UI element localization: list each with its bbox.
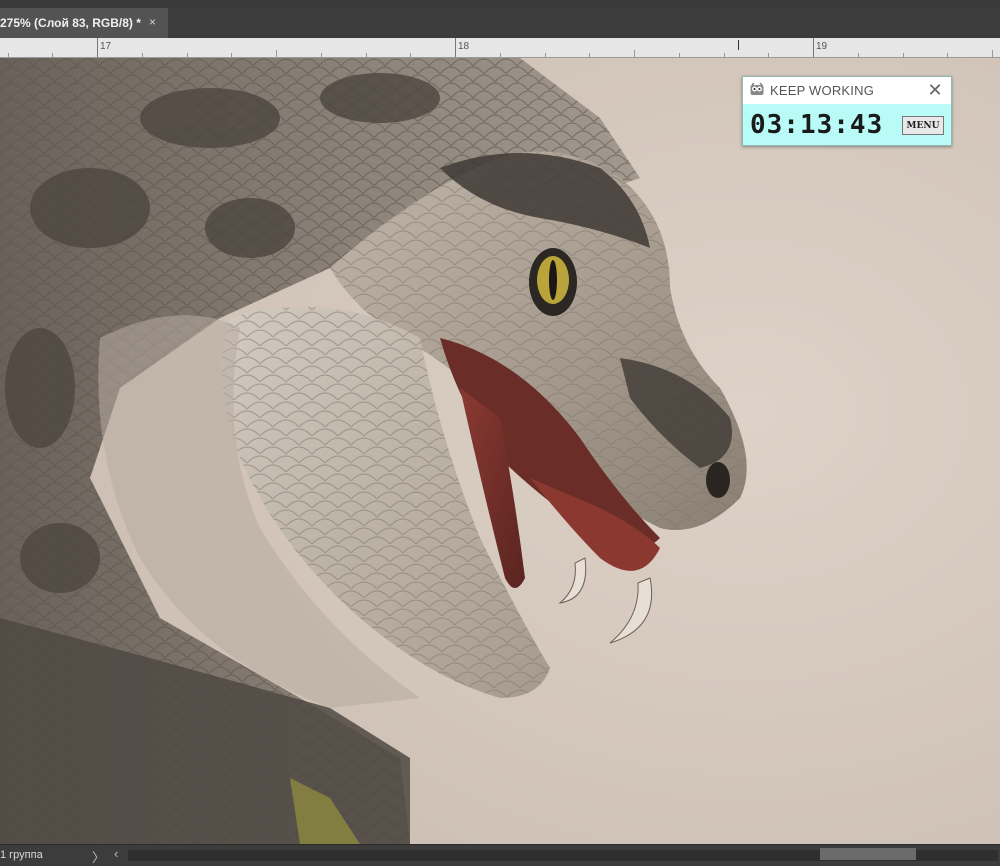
ruler-minor-tick [947, 53, 948, 57]
ruler-minor-tick [500, 53, 501, 57]
ruler-minor-tick [231, 53, 232, 57]
ruler-minor-tick [142, 53, 143, 57]
ruler-minor-tick [589, 53, 590, 57]
ruler-major-tick [97, 38, 98, 57]
ruler-label: 18 [458, 41, 470, 52]
document-canvas[interactable] [0, 58, 1000, 844]
ruler-minor-tick [858, 53, 859, 57]
ruler-minor-tick [187, 53, 188, 57]
document-tab-title: 275% (Слой 83, RGB/8) * [0, 16, 141, 30]
ruler-minor-tick [992, 50, 993, 57]
expand-icon[interactable]: 〉 [92, 847, 105, 866]
menu-button[interactable]: MENU [902, 116, 944, 135]
close-icon[interactable]: × [149, 7, 156, 37]
timer-widget-header[interactable]: KEEP WORKING ✕ [743, 77, 951, 104]
ruler-minor-tick [366, 53, 367, 57]
close-icon[interactable]: ✕ [926, 79, 944, 101]
ruler-label: 19 [816, 41, 828, 52]
ruler-minor-tick [8, 53, 9, 57]
tab-bar: 275% (Слой 83, RGB/8) * × [0, 8, 1000, 38]
keep-working-timer-widget[interactable]: KEEP WORKING ✕ 03:13:43 MENU [742, 76, 952, 146]
ruler-minor-tick [410, 53, 411, 57]
layer-label: 1 группа [0, 849, 43, 861]
timer-widget-title: KEEP WORKING [770, 83, 875, 98]
scrollbar-thumb[interactable] [820, 848, 916, 860]
ruler-minor-tick [276, 50, 277, 57]
ruler-minor-tick [545, 53, 546, 57]
ruler-minor-tick [903, 53, 904, 57]
ruler-minor-tick [634, 50, 635, 57]
ruler-cursor-marker [738, 40, 739, 50]
timer-display: 03:13:43 [750, 110, 884, 140]
ruler-label: 17 [100, 41, 112, 52]
scroll-left-icon[interactable]: ‹ [114, 846, 118, 861]
owl-icon [750, 83, 764, 95]
ruler-major-tick [813, 38, 814, 57]
ruler-minor-tick [768, 53, 769, 57]
ruler-minor-tick [724, 53, 725, 57]
status-bar: 1 группа 〉 ‹ [0, 844, 1000, 866]
horizontal-ruler: 17 18 19 [0, 38, 1000, 58]
ruler-minor-tick [321, 53, 322, 57]
ruler-minor-tick [52, 53, 53, 57]
ruler-major-tick [455, 38, 456, 57]
artwork [0, 58, 1000, 844]
ruler-minor-tick [679, 53, 680, 57]
document-tab[interactable]: 275% (Слой 83, RGB/8) * × [0, 8, 168, 38]
